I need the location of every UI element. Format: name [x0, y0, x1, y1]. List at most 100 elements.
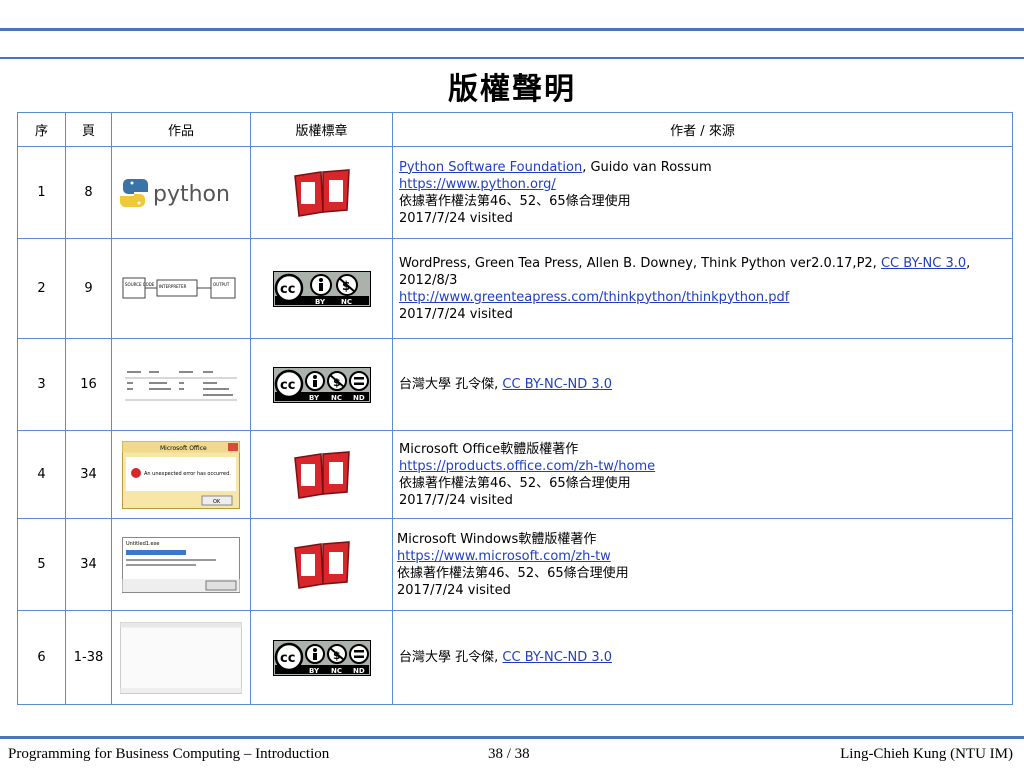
footer-author: Ling-Chieh Kung (NTU IM)	[840, 746, 1013, 762]
row-no: 1	[17, 146, 66, 239]
work-thumbnail: Microsoft Office An unexpected error has…	[111, 430, 251, 519]
row-no: 4	[17, 430, 66, 519]
source-url[interactable]: https://www.microsoft.com/zh-tw	[397, 549, 611, 564]
copyright-badge: cc $ BY NC ND	[250, 610, 393, 705]
svg-text:NC: NC	[341, 298, 352, 306]
row-page: 9	[65, 238, 112, 339]
source-url[interactable]: https://www.python.org/	[399, 177, 556, 192]
office-error-dialog-thumbnail: Microsoft Office An unexpected error has…	[122, 440, 240, 509]
copyright-badge	[250, 518, 393, 611]
work-thumbnail: Untitled1.exe	[111, 518, 251, 611]
editor-screenshot-thumbnail	[120, 621, 242, 694]
svg-text:python: python	[153, 182, 230, 207]
red-book-icon	[293, 450, 350, 499]
svg-text:Microsoft Office: Microsoft Office	[160, 445, 207, 452]
source-text: ,	[966, 255, 971, 271]
col-header-source: 作者 / 來源	[392, 112, 1013, 147]
page-title: 版權聲明	[448, 72, 576, 107]
source-link[interactable]: Python Software Foundation	[399, 160, 582, 175]
source-text: , Guido van Rossum	[582, 159, 712, 175]
license-link[interactable]: CC BY-NC 3.0	[881, 256, 966, 271]
source-text: Microsoft Windows軟體版權著作	[397, 531, 597, 547]
source-cell: Microsoft Office軟體版權著作 https://products.…	[392, 430, 1013, 519]
table-row: 4 34 Microsoft Office An unexpected erro…	[17, 430, 1013, 519]
source-date: 2017/7/24 visited	[399, 492, 513, 508]
source-text: 台灣大學 孔令傑,	[399, 650, 503, 665]
source-date: 2017/7/24 visited	[399, 306, 513, 322]
python-logo-icon: python	[120, 178, 230, 207]
row-no: 3	[17, 338, 66, 431]
svg-text:cc: cc	[280, 282, 295, 297]
source-text: 依據著作權法第46、52、65條合理使用	[397, 565, 629, 581]
copyright-badge: cc $ BY NC	[250, 238, 393, 339]
svg-text:cc: cc	[280, 651, 295, 666]
svg-text:NC: NC	[331, 394, 342, 402]
interpreter-diagram-icon: SOURCE CODE INTERPRETER OUTPUT	[122, 277, 236, 298]
source-text: 依據著作權法第46、52、65條合理使用	[399, 475, 631, 491]
svg-text:OUTPUT: OUTPUT	[213, 282, 230, 287]
cc-by-nc-nd-icon: cc $ BY NC ND	[272, 366, 371, 403]
svg-text:cc: cc	[280, 378, 295, 393]
svg-text:BY: BY	[315, 298, 326, 306]
row-no: 5	[17, 518, 66, 611]
col-header-badge: 版權標章	[250, 112, 393, 147]
svg-text:BY: BY	[309, 667, 320, 675]
source-cell: 台灣大學 孔令傑, CC BY-NC-ND 3.0	[392, 610, 1013, 705]
source-url[interactable]: http://www.greenteapress.com/thinkpython…	[399, 290, 789, 305]
red-book-icon	[293, 168, 350, 217]
work-thumbnail	[111, 338, 251, 431]
red-book-icon	[293, 540, 350, 589]
row-no: 6	[17, 610, 66, 705]
row-page: 1-38	[65, 610, 112, 705]
source-cell: Microsoft Windows軟體版權著作 https://www.micr…	[392, 518, 1013, 611]
row-page: 34	[65, 518, 112, 611]
source-cell: WordPress, Green Tea Press, Allen B. Dow…	[392, 238, 1013, 339]
copyright-table: 序 頁 作品 版權標章 作者 / 來源 1 8 python Python So…	[17, 112, 1013, 705]
row-no: 2	[17, 238, 66, 339]
row-page: 16	[65, 338, 112, 431]
escape-table-thumbnail	[125, 370, 237, 400]
work-thumbnail	[111, 610, 251, 705]
copyright-badge	[250, 146, 393, 239]
source-cell: Python Software Foundation, Guido van Ro…	[392, 146, 1013, 239]
bottom-rule	[0, 736, 1024, 739]
work-thumbnail: python	[111, 146, 251, 239]
table-row: 2 9 SOURCE CODE INTERPRETER OUTPUT cc $ …	[17, 238, 1013, 339]
svg-text:ND: ND	[353, 394, 365, 402]
footer-page-number: 38 / 38	[488, 746, 530, 762]
windows-dialog-thumbnail: Untitled1.exe	[122, 536, 240, 593]
source-text: Microsoft Office軟體版權著作	[399, 441, 579, 457]
copyright-badge: cc $ BY NC ND	[250, 338, 393, 431]
svg-text:SOURCE CODE: SOURCE CODE	[125, 282, 155, 287]
row-page: 8	[65, 146, 112, 239]
table-row: 5 34 Untitled1.exe Microsoft Windows軟體版權…	[17, 518, 1013, 611]
col-header-no: 序	[17, 112, 66, 147]
svg-text:OK: OK	[213, 499, 221, 505]
top-rule	[0, 28, 1024, 31]
cc-by-nc-nd-icon: cc $ BY NC ND	[272, 639, 371, 676]
table-row: 3 16 cc $ BY NC ND 台灣大學 孔令傑, CC BY-NC-ND…	[17, 338, 1013, 431]
svg-text:BY: BY	[309, 394, 320, 402]
footer-course-title: Programming for Business Computing – Int…	[8, 746, 330, 762]
svg-text:NC: NC	[331, 667, 342, 675]
svg-text:An unexpected error has occurr: An unexpected error has occurred.	[144, 471, 231, 477]
work-thumbnail: SOURCE CODE INTERPRETER OUTPUT	[111, 238, 251, 339]
source-date: 2017/7/24 visited	[399, 210, 513, 226]
license-link[interactable]: CC BY-NC-ND 3.0	[502, 650, 612, 665]
table-row: 6 1-38 cc $ BY NC ND 台灣大學 孔令傑, CC BY-NC-…	[17, 610, 1013, 705]
table-header-row: 序 頁 作品 版權標章 作者 / 來源	[17, 112, 1013, 147]
col-header-page: 頁	[65, 112, 112, 147]
source-text: 依據著作權法第46、52、65條合理使用	[399, 193, 631, 209]
table-row: 1 8 python Python Software Foundation, G…	[17, 146, 1013, 239]
col-header-work: 作品	[111, 112, 251, 147]
source-text: 台灣大學 孔令傑,	[399, 377, 503, 392]
source-url[interactable]: https://products.office.com/zh-tw/home	[399, 459, 655, 474]
source-text: WordPress, Green Tea Press, Allen B. Dow…	[399, 255, 881, 271]
top-rule-2	[0, 57, 1024, 59]
cc-by-nc-icon: cc $ BY NC	[272, 270, 371, 307]
copyright-badge	[250, 430, 393, 519]
svg-text:INTERPRETER: INTERPRETER	[159, 284, 187, 289]
source-cell: 台灣大學 孔令傑, CC BY-NC-ND 3.0	[392, 338, 1013, 431]
source-date: 2017/7/24 visited	[397, 582, 511, 598]
license-link[interactable]: CC BY-NC-ND 3.0	[502, 377, 612, 392]
